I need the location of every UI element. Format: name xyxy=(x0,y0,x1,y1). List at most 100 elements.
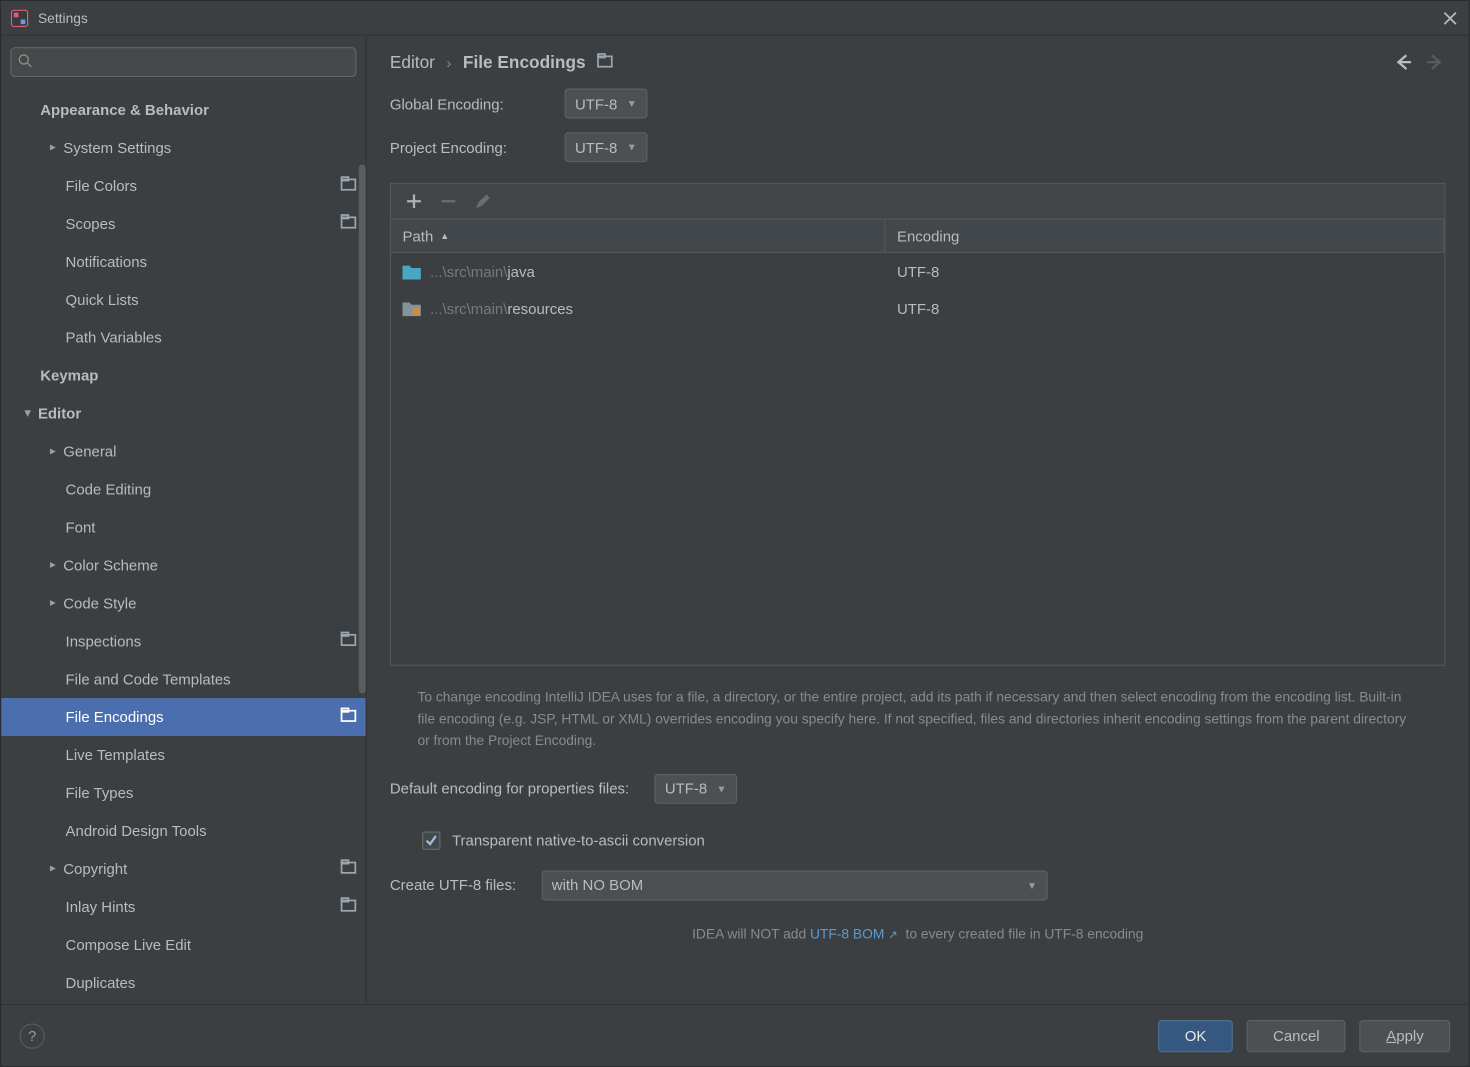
close-icon[interactable] xyxy=(1441,9,1459,27)
breadcrumb-root[interactable]: Editor xyxy=(390,52,435,72)
project-scope-icon xyxy=(336,897,357,917)
properties-encoding-value: UTF-8 xyxy=(665,780,707,797)
chevron-right-icon: ▸ xyxy=(43,141,64,154)
native-to-ascii-checkbox[interactable] xyxy=(422,831,440,849)
add-icon[interactable] xyxy=(405,192,423,210)
table-row[interactable]: ...\src\main\javaUTF-8 xyxy=(391,253,1444,290)
chevron-right-icon: ▸ xyxy=(43,445,64,458)
chevron-right-icon: ▸ xyxy=(43,597,64,610)
sidebar-item-keymap[interactable]: Keymap xyxy=(1,357,366,395)
encoding-cell: UTF-8 xyxy=(886,263,1445,280)
sidebar-item-live-templates[interactable]: Live Templates xyxy=(1,736,366,774)
sidebar-item-file-colors[interactable]: File Colors xyxy=(1,167,366,205)
sidebar-item-file-encodings[interactable]: File Encodings xyxy=(1,698,366,736)
chevron-down-icon: ▼ xyxy=(1027,879,1037,890)
nav-forward-icon xyxy=(1425,52,1446,73)
remove-icon xyxy=(439,192,457,210)
sidebar-item-label: Font xyxy=(66,519,357,536)
sidebar-item-general[interactable]: ▸General xyxy=(1,432,366,470)
edit-icon xyxy=(474,192,492,210)
column-encoding-header[interactable]: Encoding xyxy=(886,220,1445,252)
search-input[interactable] xyxy=(10,47,356,77)
settings-sidebar: Appearance & Behavior▸System SettingsFil… xyxy=(1,36,367,1004)
sidebar-item-path-variables[interactable]: Path Variables xyxy=(1,319,366,357)
path-cell: ...\src\main\java xyxy=(391,263,886,280)
native-to-ascii-label: Transparent native-to-ascii conversion xyxy=(452,832,705,849)
bom-hint: IDEA will NOT add UTF-8 BOM ↗ to every c… xyxy=(390,925,1446,941)
sidebar-item-label: Path Variables xyxy=(66,329,357,346)
create-utf8-label: Create UTF-8 files: xyxy=(390,876,516,893)
properties-encoding-label: Default encoding for properties files: xyxy=(390,780,629,797)
cancel-button[interactable]: Cancel xyxy=(1247,1019,1346,1051)
sidebar-item-label: Editor xyxy=(38,405,357,422)
sidebar-item-editor[interactable]: ▾Editor xyxy=(1,394,366,432)
sidebar-item-label: Notifications xyxy=(66,253,357,270)
sidebar-item-inspections[interactable]: Inspections xyxy=(1,622,366,660)
sidebar-item-label: Code Editing xyxy=(66,481,357,498)
search-icon xyxy=(17,53,33,69)
project-scope-icon xyxy=(336,176,357,196)
chevron-down-icon: ▼ xyxy=(716,783,726,795)
app-icon xyxy=(10,9,28,27)
sidebar-item-file-and-code-templates[interactable]: File and Code Templates xyxy=(1,660,366,698)
sidebar-item-quick-lists[interactable]: Quick Lists xyxy=(1,281,366,319)
scrollbar[interactable] xyxy=(359,164,366,693)
sidebar-item-label: Appearance & Behavior xyxy=(40,101,356,118)
sidebar-item-appearance-behavior[interactable]: Appearance & Behavior xyxy=(1,91,366,129)
sidebar-item-android-design-tools[interactable]: Android Design Tools xyxy=(1,812,366,850)
column-path-header[interactable]: Path ▲ xyxy=(391,220,886,252)
sidebar-item-label: File Types xyxy=(66,784,357,801)
create-utf8-combo[interactable]: with NO BOM ▼ xyxy=(541,870,1047,900)
global-encoding-combo[interactable]: UTF-8 ▼ xyxy=(565,89,648,119)
sidebar-item-duplicates[interactable]: Duplicates xyxy=(1,964,366,1002)
sidebar-item-system-settings[interactable]: ▸System Settings xyxy=(1,129,366,167)
utf8-bom-link[interactable]: UTF-8 BOM xyxy=(810,925,884,941)
sidebar-item-label: Quick Lists xyxy=(66,291,357,308)
sidebar-item-label: Code Style xyxy=(63,595,356,612)
create-utf8-value: with NO BOM xyxy=(552,876,643,893)
sidebar-item-code-style[interactable]: ▸Code Style xyxy=(1,584,366,622)
sidebar-item-label: Android Design Tools xyxy=(66,822,357,839)
chevron-down-icon: ▾ xyxy=(17,407,38,420)
sidebar-item-copyright[interactable]: ▸Copyright xyxy=(1,850,366,888)
properties-encoding-combo[interactable]: UTF-8 ▼ xyxy=(654,773,737,803)
sidebar-item-label: Keymap xyxy=(40,367,356,384)
global-encoding-label: Global Encoding: xyxy=(390,95,539,112)
nav-back-icon[interactable] xyxy=(1393,52,1414,73)
project-encoding-combo[interactable]: UTF-8 ▼ xyxy=(565,132,648,162)
external-link-icon: ↗ xyxy=(888,929,898,942)
sidebar-item-notifications[interactable]: Notifications xyxy=(1,243,366,281)
sidebar-item-label: Color Scheme xyxy=(63,557,356,574)
sidebar-item-label: General xyxy=(63,443,356,460)
project-scope-icon xyxy=(336,859,357,879)
sidebar-item-font[interactable]: Font xyxy=(1,508,366,546)
sidebar-item-inlay-hints[interactable]: Inlay Hints xyxy=(1,888,366,926)
sidebar-item-label: Duplicates xyxy=(66,974,357,991)
apply-button[interactable]: Apply xyxy=(1360,1019,1450,1051)
encoding-cell: UTF-8 xyxy=(886,300,1445,317)
chevron-right-icon: ▸ xyxy=(43,863,64,876)
sidebar-item-file-types[interactable]: File Types xyxy=(1,774,366,812)
sidebar-item-label: File Colors xyxy=(66,177,336,194)
window-title: Settings xyxy=(38,10,1441,26)
ok-button[interactable]: OK xyxy=(1158,1019,1233,1051)
global-encoding-value: UTF-8 xyxy=(575,95,617,112)
sidebar-item-label: Copyright xyxy=(63,860,336,877)
sidebar-item-code-editing[interactable]: Code Editing xyxy=(1,470,366,508)
sidebar-item-color-scheme[interactable]: ▸Color Scheme xyxy=(1,546,366,584)
settings-tree[interactable]: Appearance & Behavior▸System SettingsFil… xyxy=(1,84,366,1004)
search-input-wrapper xyxy=(10,47,356,77)
sidebar-item-label: File Encodings xyxy=(66,708,336,725)
sidebar-item-label: Live Templates xyxy=(66,746,357,763)
help-button[interactable]: ? xyxy=(20,1023,45,1048)
table-row[interactable]: ...\src\main\resourcesUTF-8 xyxy=(391,290,1444,327)
path-cell: ...\src\main\resources xyxy=(391,300,886,317)
sidebar-item-scopes[interactable]: Scopes xyxy=(1,205,366,243)
chevron-down-icon: ▼ xyxy=(627,98,637,110)
project-scope-icon xyxy=(336,707,357,727)
sidebar-item-compose-live-edit[interactable]: Compose Live Edit xyxy=(1,926,366,964)
project-scope-icon xyxy=(336,631,357,651)
sidebar-item-label: Scopes xyxy=(66,215,336,232)
sidebar-item-label: System Settings xyxy=(63,139,356,156)
chevron-right-icon: ▸ xyxy=(43,559,64,572)
